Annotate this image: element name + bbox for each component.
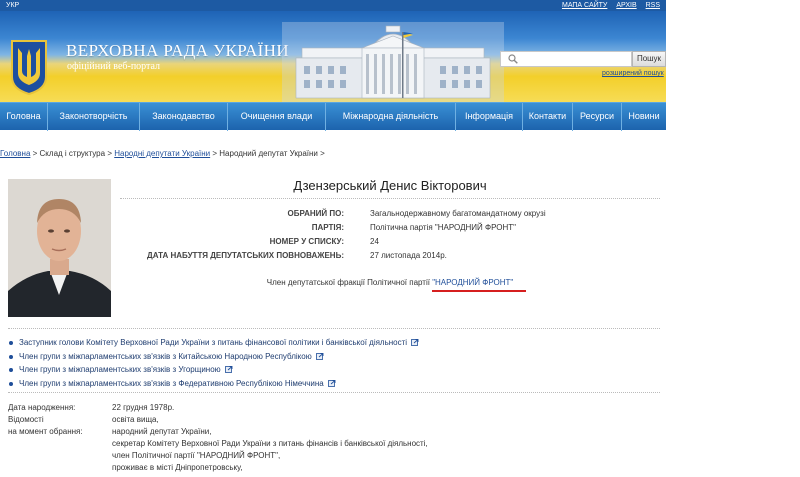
site: УКР МАПА САЙТУ АРХІВ RSS ВЕРХОВНА РАДА У… — [0, 0, 666, 472]
nav-item-legislation[interactable]: Законодавство — [140, 103, 228, 131]
nav-item-contacts[interactable]: Контакти — [523, 103, 573, 131]
search-box — [500, 51, 632, 67]
info-label: на момент обрання: — [8, 427, 83, 436]
external-link-icon[interactable] — [327, 379, 336, 387]
main-navigation: Головна Законотворчість Законодавство Оч… — [0, 102, 666, 131]
role-text[interactable]: Член групи з міжпарламентських зв'язків … — [19, 379, 324, 388]
breadcrumb-separator: > — [30, 149, 40, 158]
info-value: 24 — [370, 237, 379, 246]
coat-of-arms-icon[interactable] — [10, 39, 48, 95]
deputy-name: Дзензерський Денис Вікторович — [293, 178, 487, 193]
birth-label: Дата народження: — [8, 403, 76, 412]
divider — [8, 392, 660, 393]
search-input[interactable] — [521, 52, 629, 66]
advanced-search-link[interactable]: розширений пошук — [602, 70, 664, 77]
nav-item-home[interactable]: Головна — [0, 103, 48, 131]
bullet-icon — [9, 341, 13, 345]
breadcrumb: Головна > Склад і структура > Народні де… — [0, 149, 325, 158]
bullet-icon — [9, 368, 13, 372]
nav-item-information[interactable]: Інформація — [456, 103, 523, 131]
list-item[interactable]: Член групи з міжпарламентських зв'язків … — [8, 350, 419, 364]
info-value: Політична партія "НАРОДНИЙ ФРОНТ" — [370, 223, 516, 232]
breadcrumb-home[interactable]: Головна — [0, 149, 30, 158]
role-text[interactable]: Член групи з міжпарламентських зв'язків … — [19, 365, 221, 374]
info-row: ДАТА НАБУТТЯ ДЕПУТАТСЬКИХ ПОВНОВАЖЕНЬ: 2… — [120, 249, 660, 263]
bio-line: член Політичної партії "НАРОДНИЙ ФРОНТ", — [112, 451, 281, 460]
search-button[interactable]: Пошук — [632, 51, 666, 67]
list-item[interactable]: Член групи з міжпарламентських зв'язків … — [8, 363, 419, 377]
search-icon — [508, 54, 518, 64]
info-label: ДАТА НАБУТТЯ ДЕПУТАТСЬКИХ ПОВНОВАЖЕНЬ: — [147, 251, 344, 260]
site-subtitle: офіційний веб-портал — [67, 61, 161, 72]
info-row: ОБРАНИЙ ПО: Загальнодержавному багатоман… — [120, 207, 660, 221]
top-links: МАПА САЙТУ АРХІВ RSS — [555, 0, 660, 11]
parliament-building-image — [282, 22, 504, 102]
external-link-icon[interactable] — [411, 339, 419, 347]
breadcrumb-separator: > — [105, 149, 115, 158]
nav-item-news[interactable]: Новини — [622, 103, 666, 131]
bio-line: проживає в місті Дніпропетровську, — [112, 463, 243, 472]
portrait-image — [8, 179, 111, 317]
faction-prefix: Член депутатської фракції Політичної пар… — [266, 278, 433, 287]
bio-line: народний депутат України, — [112, 427, 212, 436]
info-label: Відомості — [8, 415, 44, 424]
bullet-icon — [9, 354, 13, 359]
breadcrumb-current: Народний депутат України — [219, 149, 318, 158]
info-row: ПАРТІЯ: Політична партія "НАРОДНИЙ ФРОНТ… — [120, 221, 660, 235]
bullet-icon — [9, 381, 13, 386]
language-switch[interactable]: УКР — [6, 0, 19, 11]
info-label: НОМЕР У СПИСКУ: — [269, 237, 344, 246]
info-value: Загальнодержавному багатомандатному окру… — [370, 209, 546, 218]
role-text[interactable]: Заступник голови Комітету Верховної Ради… — [19, 338, 407, 347]
roles-list: Заступник голови Комітету Верховної Ради… — [8, 336, 419, 390]
archive-link[interactable]: АРХІВ — [616, 2, 636, 9]
external-link-icon[interactable] — [224, 366, 233, 374]
bio-line: секретар Комітету Верховної Ради України… — [112, 439, 428, 448]
faction-membership: Член депутатської фракції Політичної пар… — [120, 278, 660, 287]
nav-item-international[interactable]: Міжнародна діяльність — [326, 103, 456, 131]
breadcrumb-tail: > — [317, 149, 325, 158]
top-bar: УКР МАПА САЙТУ АРХІВ RSS — [0, 0, 666, 11]
site-title: ВЕРХОВНА РАДА УКРАЇНИ — [66, 41, 290, 60]
red-underline-annotation — [432, 290, 526, 292]
role-text[interactable]: Член групи з міжпарламентських зв'язків … — [19, 352, 312, 361]
bio-line: освіта вища, — [112, 415, 159, 424]
nav-item-lawmaking[interactable]: Законотворчість — [48, 103, 140, 131]
breadcrumb-separator: > — [210, 149, 220, 158]
breadcrumb-deputies[interactable]: Народні депутати України — [114, 149, 210, 158]
nav-item-lustration[interactable]: Очищення влади — [228, 103, 326, 131]
header-banner: ВЕРХОВНА РАДА УКРАЇНИ офіційний веб-порт… — [0, 11, 666, 102]
list-item[interactable]: Член групи з міжпарламентських зв'язків … — [8, 377, 419, 391]
divider — [8, 328, 660, 329]
info-label: ОБРАНИЙ ПО: — [287, 209, 344, 218]
birth-value: 22 грудня 1978р. — [112, 403, 175, 412]
info-label: ПАРТІЯ: — [311, 223, 344, 232]
nav-item-resources[interactable]: Ресурси — [573, 103, 622, 131]
external-link-icon[interactable] — [315, 352, 324, 360]
rss-link[interactable]: RSS — [646, 2, 660, 9]
deputy-info: ОБРАНИЙ ПО: Загальнодержавному багатоман… — [120, 198, 660, 260]
info-row: НОМЕР У СПИСКУ: 24 — [120, 235, 660, 249]
breadcrumb-structure: Склад і структура — [39, 149, 106, 158]
list-item[interactable]: Заступник голови Комітету Верховної Ради… — [8, 336, 419, 350]
deputy-photo — [8, 179, 111, 317]
page: УКР МАПА САЙТУ АРХІВ RSS ВЕРХОВНА РАДА У… — [0, 0, 800, 477]
sitemap-link[interactable]: МАПА САЙТУ — [562, 2, 607, 9]
info-value: 27 листопада 2014р. — [370, 251, 447, 260]
faction-link[interactable]: "НАРОДНИЙ ФРОНТ" — [432, 278, 513, 287]
